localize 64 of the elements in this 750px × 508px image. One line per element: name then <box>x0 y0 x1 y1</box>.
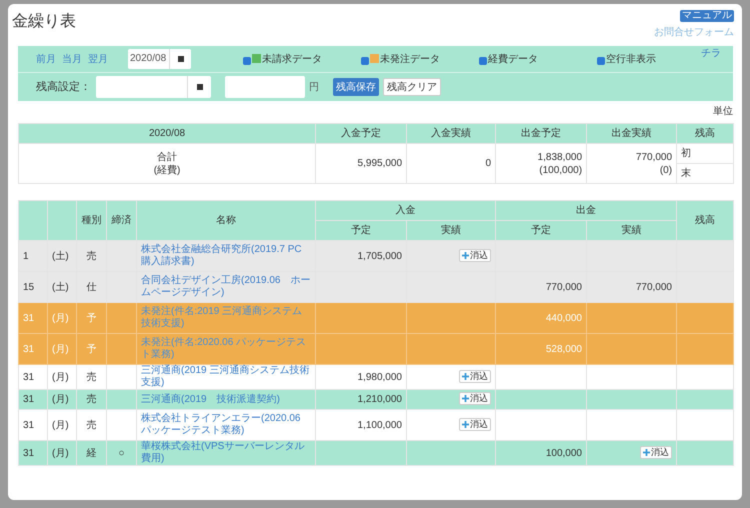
closed-mark: ○ <box>118 448 125 458</box>
total-label: 合計 <box>156 150 178 164</box>
column-header: 2020/08 <box>18 124 316 144</box>
plus-icon <box>462 420 469 428</box>
plus-icon <box>462 252 469 258</box>
balance-label: 残高設定： <box>36 80 92 95</box>
checkbox[interactable] <box>243 56 251 64</box>
balance-date-field[interactable] <box>96 76 211 98</box>
plus-icon <box>462 395 469 402</box>
amount: 0 <box>484 157 492 170</box>
balance-amount-field[interactable] <box>225 76 305 98</box>
column-header: 名称 <box>136 200 316 240</box>
column-header: 入金予定 <box>316 124 407 144</box>
amount-note: (0) <box>658 164 672 176</box>
amount: 528,000 <box>546 344 582 354</box>
plus-icon <box>462 372 469 380</box>
checkbox[interactable] <box>479 56 487 64</box>
total-sublabel: (経費) <box>152 164 182 176</box>
amount: 440,000 <box>546 312 582 324</box>
amount: 1,838,000 <box>536 150 582 164</box>
amount: 100,000 <box>546 448 582 458</box>
column-header: 入金 <box>316 200 496 220</box>
amount-note: (100,000) <box>538 164 582 176</box>
clear-entry-button[interactable]: 消込 <box>459 392 491 405</box>
amount: 770,000 <box>546 282 582 292</box>
plus-icon <box>643 448 650 456</box>
type-cell: 経 <box>76 440 106 466</box>
yen-unit: 円 <box>309 80 319 94</box>
clear-entry-button[interactable]: 消込 <box>640 446 672 458</box>
amount: 1,210,000 <box>358 394 402 405</box>
month-nav-link[interactable]: 前月 <box>36 52 56 66</box>
month-field[interactable]: 2020/08 <box>128 49 191 69</box>
manual-button[interactable]: マニュアル <box>680 10 734 22</box>
balance-end-cell: 末 <box>676 164 734 184</box>
amount: 770,000 <box>634 150 672 164</box>
column-header: 入金実績 <box>406 124 496 144</box>
checkbox[interactable] <box>361 56 369 64</box>
column-header: 出金実績 <box>586 124 677 144</box>
filter-label: 空行非表示 <box>606 54 656 64</box>
checkbox[interactable] <box>597 56 605 64</box>
clear-entry-button[interactable]: 消込 <box>459 248 491 262</box>
unit-note: 単位 <box>713 105 733 119</box>
amount: 1,705,000 <box>358 250 402 262</box>
clear-entry-button[interactable]: 消込 <box>459 418 491 430</box>
column-header: 残高 <box>676 124 734 144</box>
filter-label: 未請求データ <box>262 54 322 64</box>
amount: 770,000 <box>636 282 672 292</box>
amount: 1,100,000 <box>358 420 402 430</box>
clear-entry-button[interactable]: 消込 <box>459 370 491 382</box>
month-nav-link[interactable]: 翌月 <box>88 52 108 66</box>
column-header: 出金 <box>496 200 676 220</box>
filter-label: 経費データ <box>488 54 538 64</box>
balance-clear-button[interactable]: 残高クリア <box>383 78 441 96</box>
column-header: 出金予定 <box>496 124 587 144</box>
day-cell: 31 <box>18 440 48 466</box>
filter-label: 未発注データ <box>380 54 440 64</box>
balance-start-cell: 初 <box>676 144 734 164</box>
amount: 5,995,000 <box>356 157 402 170</box>
month-nav-link[interactable]: 当月 <box>62 52 82 66</box>
weekday-cell: (月) <box>48 440 76 466</box>
amount: 1,980,000 <box>358 372 402 382</box>
page-title: 金繰り表 <box>12 12 76 32</box>
sub-link[interactable]: チラ <box>701 46 721 61</box>
balance-save-button[interactable]: 残高保存 <box>333 78 379 96</box>
